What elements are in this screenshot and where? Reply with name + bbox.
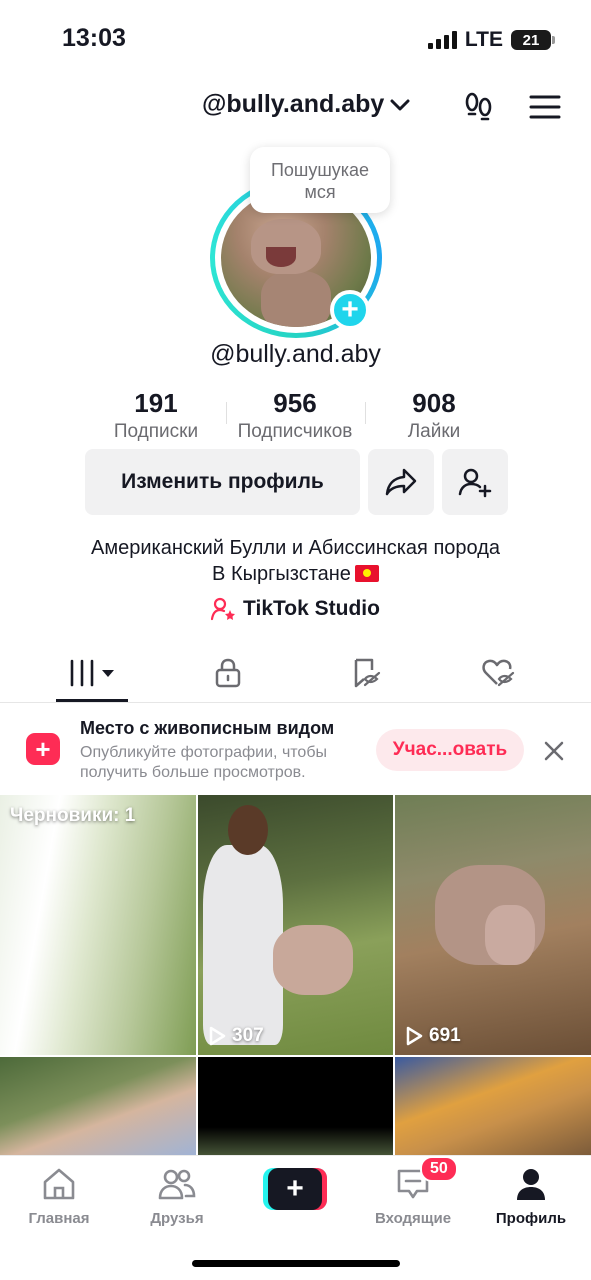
share-icon xyxy=(385,468,417,496)
bio-line: В Кыргызстане xyxy=(0,561,591,587)
profile-bio: Американский Булли и Абиссинская порода … xyxy=(0,535,591,587)
bookmark-hidden-icon xyxy=(354,658,381,688)
active-tab-indicator xyxy=(56,699,128,702)
profile-header: @bully.and.aby xyxy=(0,80,591,130)
profile-icon xyxy=(517,1169,545,1200)
nav-label: Друзья xyxy=(150,1210,204,1227)
home-icon xyxy=(43,1168,75,1200)
video-tile[interactable] xyxy=(395,1057,591,1155)
divider xyxy=(365,402,366,424)
view-count: 691 xyxy=(405,1025,461,1047)
kyrgyzstan-flag-icon xyxy=(354,565,379,582)
add-story-button[interactable]: + xyxy=(330,290,370,330)
stat-likes[interactable]: 908 Лайки xyxy=(384,388,484,443)
notification-badge: 50 xyxy=(420,1156,458,1182)
participate-button[interactable]: Учас...овать xyxy=(376,729,524,771)
nav-inbox[interactable]: 50 Входящие xyxy=(358,1156,468,1227)
plus-icon: + xyxy=(268,1168,322,1210)
tiktok-studio-link[interactable]: TikTok Studio xyxy=(0,597,591,621)
profile-actions: Изменить профиль xyxy=(85,449,508,515)
video-grid: Черновики: 1 307 691 xyxy=(0,795,591,1155)
video-tile[interactable]: 691 xyxy=(395,795,591,1055)
battery-icon: 21 xyxy=(511,30,555,50)
status-tooltip[interactable]: Пошушукае мся xyxy=(250,147,390,213)
nav-label: Главная xyxy=(28,1210,90,1227)
network-type: LTE xyxy=(464,28,503,51)
divider xyxy=(226,402,227,424)
grid-icon xyxy=(70,659,114,687)
tab-videos[interactable] xyxy=(68,655,120,691)
stat-followers[interactable]: 956 Подписчиков xyxy=(230,388,360,443)
studio-label: TikTok Studio xyxy=(243,597,380,620)
video-tile[interactable] xyxy=(0,1057,196,1155)
tab-private[interactable] xyxy=(204,655,252,691)
friends-icon xyxy=(158,1169,196,1200)
lock-icon xyxy=(215,658,241,688)
signal-icon xyxy=(427,31,457,49)
status-time: 13:03 xyxy=(62,24,126,52)
tab-saved[interactable] xyxy=(343,655,391,691)
play-icon xyxy=(209,1026,226,1046)
stat-following[interactable]: 191 Подписки xyxy=(106,388,206,443)
add-photo-icon: + xyxy=(26,733,60,765)
share-profile-button[interactable] xyxy=(368,449,434,515)
home-indicator xyxy=(192,1260,400,1267)
nav-label: Входящие xyxy=(374,1210,452,1227)
promo-banner: + Место с живописным видом Опубликуйте ф… xyxy=(0,703,591,793)
nav-label: Профиль xyxy=(495,1210,567,1227)
add-friend-button[interactable] xyxy=(442,449,508,515)
footprints-icon[interactable] xyxy=(462,90,496,124)
video-tile[interactable] xyxy=(198,1057,393,1155)
nav-profile[interactable]: Профиль xyxy=(476,1164,586,1227)
chevron-down-icon xyxy=(390,99,410,110)
status-indicators: LTE 21 xyxy=(427,28,555,52)
edit-profile-button[interactable]: Изменить профиль xyxy=(85,449,360,515)
profile-stats: 191 Подписки 956 Подписчиков 908 Лайки xyxy=(0,388,591,448)
account-switcher[interactable]: @bully.and.aby xyxy=(202,90,410,119)
menu-icon[interactable] xyxy=(528,90,562,124)
promo-title: Место с живописным видом xyxy=(80,718,335,738)
heart-hidden-icon xyxy=(482,659,515,687)
create-button[interactable]: + xyxy=(263,1168,327,1210)
close-icon[interactable] xyxy=(540,737,568,765)
tab-liked[interactable] xyxy=(475,655,523,691)
nav-home[interactable]: Главная xyxy=(4,1164,114,1227)
view-count: 307 xyxy=(208,1025,264,1047)
profile-handle: @bully.and.aby xyxy=(210,340,381,368)
nav-friends[interactable]: Друзья xyxy=(122,1164,232,1227)
add-user-icon xyxy=(458,468,492,498)
drafts-label: Черновики: 1 xyxy=(10,805,136,826)
promo-description: Опубликуйте фотографии, чтобы получить б… xyxy=(80,744,327,781)
header-username: @bully.and.aby xyxy=(202,90,385,118)
status-bar: 13:03 LTE 21 xyxy=(0,0,591,80)
drafts-tile[interactable]: Черновики: 1 xyxy=(0,795,196,1055)
content-tabs xyxy=(0,645,591,703)
bio-line: Американский Булли и Абиссинская порода xyxy=(91,537,500,559)
user-star-icon xyxy=(211,597,236,621)
video-tile[interactable]: 307 xyxy=(198,795,393,1055)
play-icon xyxy=(406,1026,423,1046)
